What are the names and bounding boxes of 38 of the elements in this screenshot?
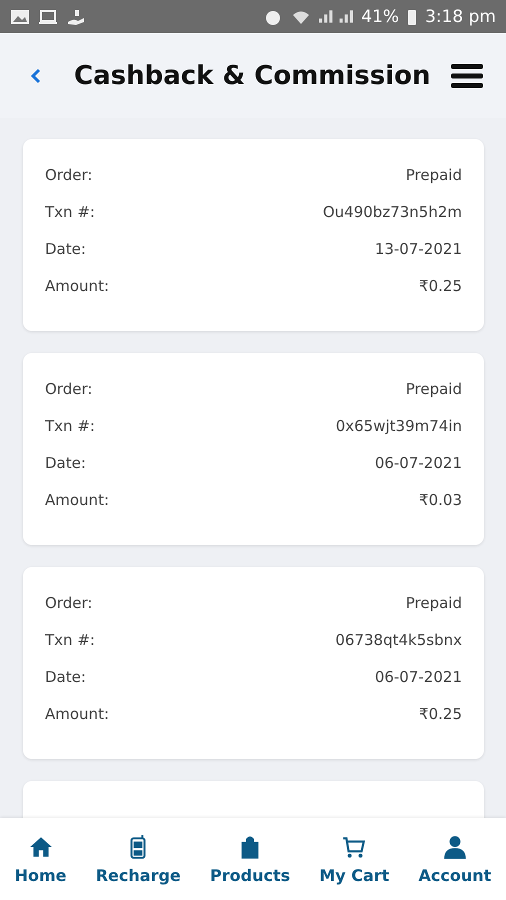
field-value: 06738qt4k5sbnx <box>335 630 462 651</box>
field-label: Txn #: <box>45 202 95 223</box>
person-icon <box>442 834 468 860</box>
nav-tab[interactable]: Products <box>206 830 294 888</box>
field-label: Txn #: <box>45 416 95 437</box>
field-label: Date: <box>45 667 86 688</box>
field-value: ₹0.25 <box>419 276 462 297</box>
field-label: Order: <box>45 593 92 614</box>
field-label: Order: <box>45 379 92 400</box>
field-value: 13-07-2021 <box>374 239 462 260</box>
nav-tab[interactable]: Account <box>414 830 496 888</box>
field-label: Amount: <box>45 704 109 725</box>
nav-tab[interactable]: Home <box>10 830 71 888</box>
field-value: Prepaid <box>406 165 462 186</box>
page-title: Cashback & Commission <box>74 60 432 90</box>
clock: 3:18 pm <box>425 6 496 26</box>
field-label: Txn #: <box>45 630 95 651</box>
field-label: Amount: <box>45 276 109 297</box>
field-value: 06-07-2021 <box>374 453 462 474</box>
nav-tab[interactable]: My Cart <box>315 830 394 888</box>
laptop-icon <box>38 8 58 26</box>
field-label: Amount: <box>45 490 109 511</box>
field-value: 0x65wjt39m74in <box>336 416 462 437</box>
hand-icon <box>66 8 86 26</box>
field-value: Prepaid <box>406 593 462 614</box>
field-value: Prepaid <box>406 379 462 400</box>
field-value: ₹0.03 <box>419 490 462 511</box>
signal-icon <box>319 10 354 23</box>
nav-tab[interactable]: Recharge <box>92 830 185 888</box>
field-label: Date: <box>45 453 86 474</box>
field-value: 06-07-2021 <box>374 667 462 688</box>
field-value: Ou490bz73n5h2m <box>322 202 462 223</box>
field-value: ₹0.25 <box>419 704 462 725</box>
field-label: Order: <box>45 165 92 186</box>
gallery-icon <box>10 8 30 26</box>
battery-percent: 41% <box>361 6 400 26</box>
battery-icon <box>407 8 418 26</box>
field-label: Date: <box>45 239 86 260</box>
